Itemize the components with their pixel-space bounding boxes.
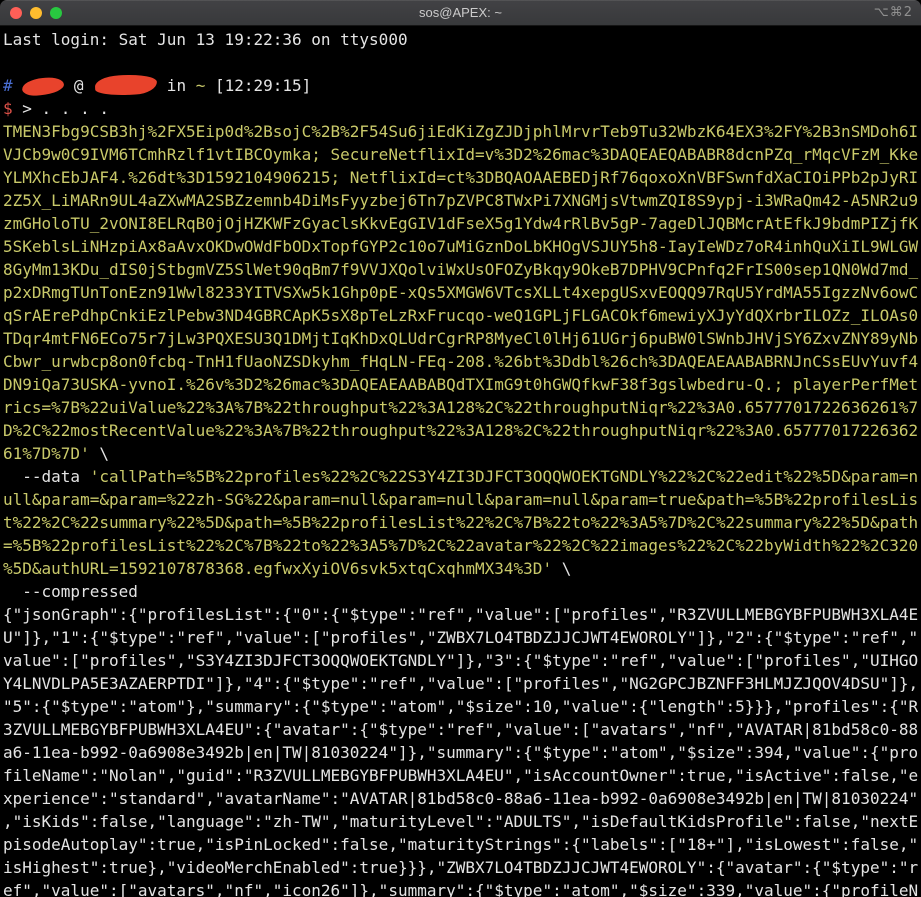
text-segment: isHighest":true},"videoMerchEnabled":tru… (3, 858, 918, 877)
redaction-scribble (22, 76, 65, 97)
minimize-button[interactable] (30, 7, 42, 19)
text-segment: \ (552, 559, 571, 578)
text-segment: fileName":"Nolan","guid":"R3ZVULLMEBGYBF… (3, 766, 918, 785)
text-segment: 8GyMm13KDu_dIS0jStbgmVZ5SlWet90qBm7f9VVJ… (3, 260, 918, 279)
redaction-scribble (95, 74, 158, 97)
text-segment: 3ZVULLMEBGYBFPUBWH3XLA4EU":{"avatar":{"$… (3, 720, 918, 739)
titlebar[interactable]: sos@APEX: ~ ⌥⌘2 (0, 0, 921, 26)
window-shortcut-badge: ⌥⌘2 (874, 0, 913, 25)
cookie-line: 8GyMm13KDu_dIS0jStbgmVZ5SlWet90qBm7f9VVJ… (3, 258, 921, 281)
json-output-line: "5":{"$type":"atom"},"summary":{"$type":… (3, 695, 921, 718)
text-segment: {"jsonGraph":{"profilesList":{"0":{"$typ… (3, 605, 918, 624)
compressed-flag-line: --compressed (3, 580, 921, 603)
text-segment: pisodeAutoplay":true,"isPinLocked":false… (3, 835, 918, 854)
text-segment: in (157, 76, 196, 95)
text-segment: xperience":"standard","avatarName":"AVAT… (3, 789, 918, 808)
json-output-line: ,"isKids":false,"language":"zh-TW","matu… (3, 810, 921, 833)
cookie-line: zmGHoloTU_2vONI8ELRqB0jOjHZKWFzGyaclsKkv… (3, 212, 921, 235)
text-segment: D%2C%22mostRecentValue%22%3A%7B%22throug… (3, 421, 918, 440)
cookie-line: 61%7D%7D' \ (3, 442, 921, 465)
json-output-line: 3ZVULLMEBGYBFPUBWH3XLA4EU":{"avatar":{"$… (3, 718, 921, 741)
text-segment: Last login: Sat Jun 13 19:22:36 on ttys0… (3, 30, 408, 49)
command-line: $ > . . . . (3, 97, 921, 120)
text-segment: > . . . . (13, 99, 109, 118)
blank-line (3, 51, 921, 74)
data-line: %5D&authURL=1592107878368.egfwxXyiOV6svk… (3, 557, 921, 580)
text-segment: value":["profiles","S3Y4ZI3DJFCT3OQQWOEK… (3, 651, 918, 670)
close-button[interactable] (10, 7, 22, 19)
terminal-screen[interactable]: Last login: Sat Jun 13 19:22:36 on ttys0… (0, 26, 921, 897)
json-output-line: value":["profiles","S3Y4ZI3DJFCT3OQQWOEK… (3, 649, 921, 672)
text-segment: [12:29:15] (205, 76, 311, 95)
json-output-line: {"jsonGraph":{"profilesList":{"0":{"$typ… (3, 603, 921, 626)
json-output-line: isHighest":true},"videoMerchEnabled":tru… (3, 856, 921, 879)
cookie-line: YLMXhcEbJAF4.%26dt%3D1592104906215; Netf… (3, 166, 921, 189)
text-segment: t%22%2C%22summary%22%5D&path=%5B%22profi… (3, 513, 918, 532)
text-segment: U"]},"1":{"$type":"ref","value":["profil… (3, 628, 918, 647)
text-segment: ef","value":["avatars","nf","icon26"]},"… (3, 881, 918, 897)
zoom-button[interactable] (50, 7, 62, 19)
text-segment: %5D&authURL=1592107878368.egfwxXyiOV6svk… (3, 559, 552, 578)
text-segment: --data (3, 467, 90, 486)
text-segment: Y4LNVDLPA5E3AZAERPTDI"]},"4":{"$type":"r… (3, 674, 918, 693)
text-segment: @ (64, 76, 93, 95)
prompt-line: # @ in ~ [12:29:15] (3, 74, 921, 97)
text-segment: TDqr4mtFN6ECo75r7jLw3PQXESU3Q1DMjtIqKhDx… (3, 329, 918, 348)
text-segment: ull&param=&param=%22zh-SG%22&param=null&… (3, 490, 918, 509)
json-output-line: fileName":"Nolan","guid":"R3ZVULLMEBGYBF… (3, 764, 921, 787)
json-output-line: ef","value":["avatars","nf","icon26"]},"… (3, 879, 921, 897)
text-segment: --compressed (3, 582, 138, 601)
cookie-line: Cbwr_urwbcp8on0fcbq-TnH1fUaoNZSDkyhm_fHq… (3, 350, 921, 373)
text-segment: VJCb9w0C9IVM6TCmhRzlf1vtIBCOymka; Secure… (3, 145, 918, 164)
data-flag-line: --data 'callPath=%5B%22profiles%22%2C%22… (3, 465, 921, 488)
cookie-line: 5SKeblsLiNHzpiAx8aAvxOKDwOWdFbODxTopfGYP… (3, 235, 921, 258)
cookie-line: rics=%7B%22uiValue%22%3A%7B%22throughput… (3, 396, 921, 419)
text-segment: $ (3, 99, 13, 118)
text-segment: =%5B%22profilesList%22%2C%7B%22to%22%3A5… (3, 536, 918, 555)
data-line: t%22%2C%22summary%22%5D&path=%5B%22profi… (3, 511, 921, 534)
data-line: =%5B%22profilesList%22%2C%7B%22to%22%3A5… (3, 534, 921, 557)
text-segment: "5":{"$type":"atom"},"summary":{"$type":… (3, 697, 918, 716)
text-segment: ~ (196, 76, 206, 95)
text-segment: p2xDRmgTUnTonEzn91Wwl8233YITVSXw5k1Ghp0p… (3, 283, 918, 302)
cookie-line: TMEN3Fbg9CSB3hj%2FX5Eip0d%2BsojC%2B%2F54… (3, 120, 921, 143)
cookie-line: DN9iQa73USKA-yvnoI.%26v%3D2%26mac%3DAQEA… (3, 373, 921, 396)
json-output-line: xperience":"standard","avatarName":"AVAT… (3, 787, 921, 810)
json-output-line: U"]},"1":{"$type":"ref","value":["profil… (3, 626, 921, 649)
json-output-line: pisodeAutoplay":true,"isPinLocked":false… (3, 833, 921, 856)
cookie-line: TDqr4mtFN6ECo75r7jLw3PQXESU3Q1DMjtIqKhDx… (3, 327, 921, 350)
text-segment: 61%7D%7D' (3, 444, 90, 463)
json-output-line: Y4LNVDLPA5E3AZAERPTDI"]},"4":{"$type":"r… (3, 672, 921, 695)
text-segment: 'callPath=%5B%22profiles%22%2C%22S3Y4ZI3… (90, 467, 918, 486)
cookie-line: VJCb9w0C9IVM6TCmhRzlf1vtIBCOymka; Secure… (3, 143, 921, 166)
json-output-line: a6-11ea-b992-0a6908e3492b|en|TW|81030224… (3, 741, 921, 764)
cookie-line: p2xDRmgTUnTonEzn91Wwl8233YITVSXw5k1Ghp0p… (3, 281, 921, 304)
terminal-window: sos@APEX: ~ ⌥⌘2 Last login: Sat Jun 13 1… (0, 0, 921, 897)
cookie-line: qSrAErePdhpCnkiEzlPebw3ND4GBRCApK5sX8pTe… (3, 304, 921, 327)
text-segment: rics=%7B%22uiValue%22%3A%7B%22throughput… (3, 398, 918, 417)
text-segment: YLMXhcEbJAF4.%26dt%3D1592104906215; Netf… (3, 168, 918, 187)
text-segment: 2Z5X_LiMARn9UL4aZXwMA2SBZzemnb4DiMsFyyzb… (3, 191, 918, 210)
text-segment: TMEN3Fbg9CSB3hj%2FX5Eip0d%2BsojC%2B%2F54… (3, 122, 918, 141)
text-segment: zmGHoloTU_2vONI8ELRqB0jOjHZKWFzGyaclsKkv… (3, 214, 918, 233)
text-segment: a6-11ea-b992-0a6908e3492b|en|TW|81030224… (3, 743, 918, 762)
traffic-lights (10, 0, 62, 25)
text-segment: DN9iQa73USKA-yvnoI.%26v%3D2%26mac%3DAQEA… (3, 375, 918, 394)
text-segment: # (3, 76, 22, 95)
last-login-line: Last login: Sat Jun 13 19:22:36 on ttys0… (3, 28, 921, 51)
cookie-line: 2Z5X_LiMARn9UL4aZXwMA2SBZzemnb4DiMsFyyzb… (3, 189, 921, 212)
text-segment: Cbwr_urwbcp8on0fcbq-TnH1fUaoNZSDkyhm_fHq… (3, 352, 918, 371)
text-segment: qSrAErePdhpCnkiEzlPebw3ND4GBRCApK5sX8pTe… (3, 306, 918, 325)
window-title: sos@APEX: ~ (419, 5, 502, 20)
cookie-line: D%2C%22mostRecentValue%22%3A%7B%22throug… (3, 419, 921, 442)
text-segment: ,"isKids":false,"language":"zh-TW","matu… (3, 812, 918, 831)
data-line: ull&param=&param=%22zh-SG%22&param=null&… (3, 488, 921, 511)
text-segment: 5SKeblsLiNHzpiAx8aAvxOKDwOWdFbODxTopfGYP… (3, 237, 918, 256)
text-segment: \ (90, 444, 109, 463)
